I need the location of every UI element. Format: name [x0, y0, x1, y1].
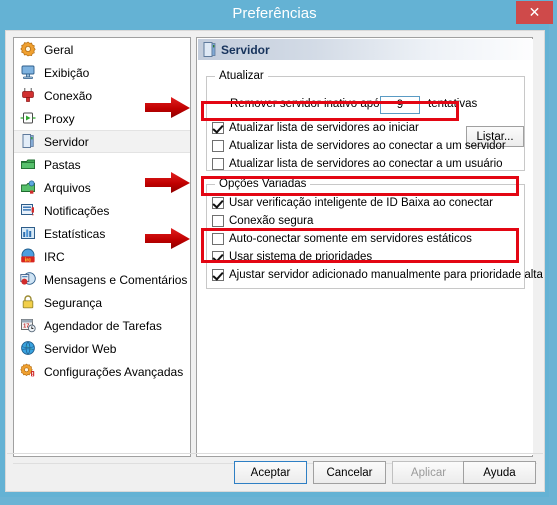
sidebar-item-configura-es-avan-adas[interactable]: Configurações Avançadas	[14, 360, 190, 383]
sidebar-item-label: Conexão	[44, 88, 93, 103]
attempts-unit-label: tentativas	[428, 98, 478, 110]
remove-inactive-attempts-input[interactable]	[380, 96, 420, 114]
remove-inactive-label-after: tentativas	[428, 98, 477, 110]
sidebar-item-label: Segurança	[44, 295, 103, 310]
sidebar-item-label: Configurações Avançadas	[44, 364, 184, 379]
sidebar-item-irc[interactable]: irc IRC	[14, 245, 190, 268]
sidebar-item-label: Notificações	[44, 203, 110, 218]
checkbox[interactable]	[212, 140, 224, 152]
checkbox[interactable]	[212, 251, 224, 263]
sidebar-item-label: Geral	[44, 42, 74, 57]
sidebar-item-agendador-de-tarefas[interactable]: 17 Agendador de Tarefas	[14, 314, 190, 337]
option-label: Ajustar servidor adicionado manualmente …	[229, 269, 543, 281]
checkbox[interactable]	[212, 215, 224, 227]
svg-text:irc: irc	[25, 257, 31, 263]
sidebar-item-servidor[interactable]: Servidor	[14, 130, 190, 153]
group-atualizar-title: Atualizar	[215, 70, 268, 82]
option-row[interactable]: Auto-conectar somente em servidores está…	[212, 233, 472, 245]
sidebar-item-label: Exibição	[44, 65, 90, 80]
apply-button[interactable]: Aplicar	[392, 461, 465, 484]
option-label: Atualizar lista de servidores ao conecta…	[229, 158, 503, 170]
sidebar-item-exibi-o[interactable]: Exibição	[14, 61, 190, 84]
server-blue-icon	[20, 133, 38, 151]
option-label: Auto-conectar somente em servidores está…	[229, 233, 472, 245]
close-icon[interactable]: ✕	[516, 1, 553, 24]
lock-icon	[20, 294, 38, 312]
option-label: Atualizar lista de servidores ao conecta…	[229, 140, 506, 152]
sidebar-item-notifica-es[interactable]: Notificações	[14, 199, 190, 222]
remove-inactive-label-before: Remover servidor inativo após	[230, 98, 386, 110]
calendar-clock-icon: 17	[20, 317, 38, 335]
sidebar-item-label: Pastas	[44, 157, 81, 172]
sidebar-item-seguran-a[interactable]: Segurança	[14, 291, 190, 314]
sidebar-item-geral[interactable]: Geral	[14, 38, 190, 61]
option-label: Conexão segura	[229, 215, 314, 227]
option-label: Usar verificação inteligente de ID Baixa…	[229, 197, 494, 209]
sidebar-item-pastas[interactable]: Pastas	[14, 153, 190, 176]
files-green-icon	[20, 179, 38, 197]
settings-panel: Servidor Atualizar Remover servidor inat…	[196, 37, 543, 457]
checkbox[interactable]	[212, 197, 224, 209]
sidebar-item-label: Servidor Web	[44, 341, 117, 356]
option-row[interactable]: Atualizar lista de servidores ao conecta…	[212, 140, 506, 152]
window-title: Preferências	[232, 5, 317, 22]
remove-inactive-server-row: Remover servidor inativo após	[230, 98, 385, 110]
option-row[interactable]: Usar verificação inteligente de ID Baixa…	[212, 197, 493, 209]
statistics-icon	[20, 225, 38, 243]
sidebar-item-label: Servidor	[44, 134, 89, 149]
help-button[interactable]: Ayuda	[463, 461, 536, 484]
preferences-window: Preferências ✕ Geral Exibição Conexão Proxy…	[0, 0, 553, 497]
sidebar-item-proxy[interactable]: Proxy	[14, 107, 190, 130]
option-row[interactable]: Usar sistema de prioridades	[212, 251, 372, 263]
proxy-green-icon	[20, 110, 38, 128]
checkbox[interactable]	[212, 158, 224, 170]
dialog-client-area: Geral Exibição Conexão Proxy Servidor Pastas A…	[5, 30, 545, 492]
panel-title: Servidor	[221, 42, 270, 57]
option-label: Usar sistema de prioridades	[229, 251, 373, 263]
sidebar-item-label: Arquivos	[44, 180, 91, 195]
sidebar-item-servidor-web[interactable]: Servidor Web	[14, 337, 190, 360]
checkbox[interactable]	[212, 269, 224, 281]
sidebar-item-conex-o[interactable]: Conexão	[14, 84, 190, 107]
option-row[interactable]: Atualizar lista de servidores ao iniciar	[212, 122, 419, 134]
option-row[interactable]: Atualizar lista de servidores ao conecta…	[212, 158, 503, 170]
sidebar-item-label: Agendador de Tarefas	[44, 318, 162, 333]
sidebar-item-arquivos[interactable]: Arquivos	[14, 176, 190, 199]
advanced-settings-icon	[20, 363, 38, 381]
accept-button[interactable]: Aceptar	[234, 461, 307, 484]
folder-green-icon	[20, 156, 38, 174]
checkbox[interactable]	[212, 233, 224, 245]
monitor-icon	[20, 64, 38, 82]
sidebar-item-label: Proxy	[44, 111, 75, 126]
cancel-button[interactable]: Cancelar	[313, 461, 386, 484]
sidebar-item-estat-sticas[interactable]: Estatísticas	[14, 222, 190, 245]
notification-icon	[20, 202, 38, 220]
panel-body: Atualizar Remover servidor inativo após …	[198, 60, 543, 455]
option-row[interactable]: Conexão segura	[212, 215, 313, 227]
preferences-sidebar[interactable]: Geral Exibição Conexão Proxy Servidor Pastas A…	[13, 37, 191, 457]
window-titlebar: Preferências ✕	[0, 0, 553, 32]
screenshot-root: Preferências ✕ Geral Exibição Conexão Proxy…	[0, 0, 557, 505]
checkbox[interactable]	[212, 122, 224, 134]
option-row[interactable]: Ajustar servidor adicionado manualmente …	[212, 269, 543, 281]
irc-icon: irc	[20, 248, 38, 266]
group-opcoes-variadas-title: Opções Variadas	[215, 178, 311, 190]
panel-header: Servidor	[198, 39, 533, 60]
sidebar-item-label: Mensagens e Comentários	[44, 272, 188, 287]
option-label: Atualizar lista de servidores ao iniciar	[229, 122, 419, 134]
messages-icon	[20, 271, 38, 289]
server-blue-icon	[203, 42, 216, 57]
globe-icon	[20, 340, 38, 358]
sidebar-item-label: Estatísticas	[44, 226, 106, 241]
gear-orange-icon	[20, 41, 38, 59]
sidebar-item-label: IRC	[44, 249, 65, 264]
sidebar-item-mensagens-e-coment-rios[interactable]: Mensagens e Comentários	[14, 268, 190, 291]
dialog-footer: Aceptar Cancelar Aplicar Ayuda	[7, 453, 543, 491]
plug-red-icon	[20, 87, 38, 105]
